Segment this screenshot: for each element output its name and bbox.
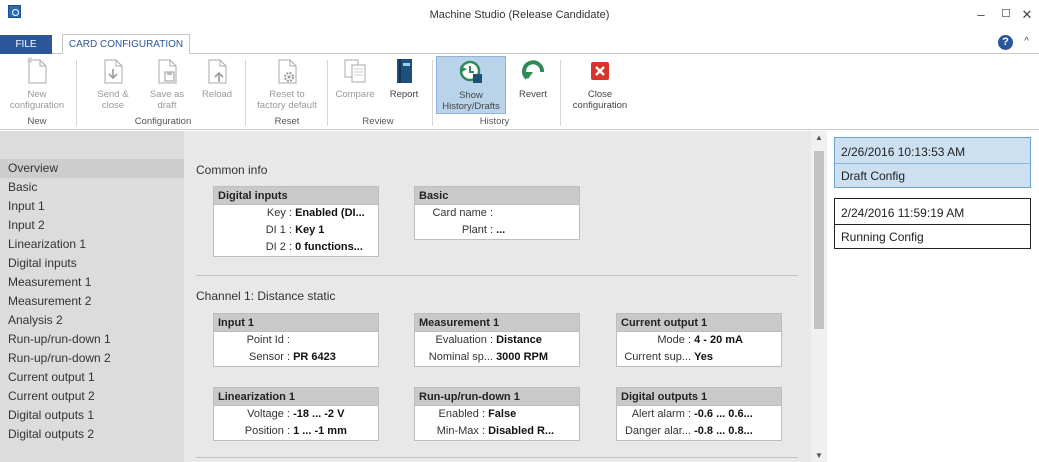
- revert-arrow-icon: [522, 60, 544, 80]
- close-configuration-button[interactable]: Close configuration: [566, 56, 634, 114]
- sidebar-item-linearization-1[interactable]: Linearization 1: [0, 235, 184, 254]
- group-label-reset: Reset: [274, 116, 300, 127]
- sidebar-item-digital-outputs-1[interactable]: Digital outputs 1: [0, 406, 184, 425]
- sidebar-item-basic[interactable]: Basic: [0, 178, 184, 197]
- title-bar: Machine Studio (Release Candidate) – ☐ ✕: [0, 0, 1039, 30]
- sidebar-item-run-up-run-down-1[interactable]: Run-up/run-down 1: [0, 330, 184, 349]
- sidebar-item-analysis-2[interactable]: Analysis 2: [0, 311, 184, 330]
- card-run-up-run-down-1[interactable]: Run-up/run-down 1 Enabled : False Min-Ma…: [414, 387, 580, 441]
- maximize-button[interactable]: ☐: [998, 7, 1014, 20]
- sidebar-item-current-output-2[interactable]: Current output 2: [0, 387, 184, 406]
- card-title: Input 1: [214, 314, 378, 332]
- history-entry-draft[interactable]: 2/26/2016 10:13:53 AM Draft Config: [834, 137, 1031, 188]
- sidebar-item-input-2[interactable]: Input 2: [0, 216, 184, 235]
- card-input-1[interactable]: Input 1 Point Id : Sensor : PR 6423: [213, 313, 379, 367]
- sidebar-item-digital-inputs[interactable]: Digital inputs: [0, 254, 184, 273]
- section-divider: [196, 457, 798, 458]
- history-date: 2/24/2016 11:59:19 AM: [841, 206, 965, 220]
- reset-gear-icon: [278, 59, 297, 84]
- card-title: Current output 1: [617, 314, 781, 332]
- card-digital-outputs-1[interactable]: Digital outputs 1 Alert alarm : -0.6 ...…: [616, 387, 782, 441]
- card-digital-inputs[interactable]: Digital inputs Key : Enabled (DI... DI 1…: [213, 186, 379, 257]
- revert-button[interactable]: Revert: [513, 56, 553, 114]
- group-separator: [327, 60, 328, 126]
- sidebar-item-measurement-1[interactable]: Measurement 1: [0, 273, 184, 292]
- scroll-thumb[interactable]: [814, 151, 824, 329]
- tab-file[interactable]: FILE: [0, 35, 52, 54]
- group-separator: [432, 60, 433, 126]
- group-label-configuration: Configuration: [134, 116, 192, 127]
- overview-panel: Common info Digital inputs Key : Enabled…: [184, 131, 811, 462]
- card-basic[interactable]: Basic Card name : Plant : ...: [414, 186, 580, 240]
- save-as-draft-button[interactable]: Save as draft: [145, 56, 189, 114]
- close-window-button[interactable]: ✕: [1019, 7, 1035, 23]
- card-title: Measurement 1: [415, 314, 579, 332]
- collapse-ribbon-icon[interactable]: ^: [1024, 36, 1029, 47]
- group-separator: [76, 60, 77, 126]
- history-divider: [835, 224, 1030, 225]
- new-configuration-button[interactable]: New configuration: [6, 56, 68, 114]
- card-current-output-1[interactable]: Current output 1 Mode : 4 - 20 mA Curren…: [616, 313, 782, 367]
- history-clock-icon: [459, 60, 482, 83]
- group-separator: [245, 60, 246, 126]
- compare-documents-icon: [344, 59, 366, 83]
- content-scrollbar[interactable]: ▲ ▼: [811, 131, 827, 462]
- common-info-title: Common info: [196, 163, 268, 177]
- group-label-history: History: [479, 116, 510, 127]
- card-linearization-1[interactable]: Linearization 1 Voltage : -18 ... -2 V P…: [213, 387, 379, 441]
- reset-factory-default-button[interactable]: Reset to factory default: [252, 56, 322, 114]
- close-red-icon: [591, 62, 609, 80]
- report-button[interactable]: Report: [384, 56, 424, 114]
- card-title: Digital inputs: [214, 187, 378, 205]
- history-panel: 2/26/2016 10:13:53 AM Draft Config 2/24/…: [827, 131, 1039, 462]
- compare-button[interactable]: Compare: [332, 56, 378, 114]
- ribbon: New configuration New Send & close Save …: [0, 54, 1039, 130]
- reload-button[interactable]: Reload: [196, 56, 238, 114]
- sidebar-item-run-up-run-down-2[interactable]: Run-up/run-down 2: [0, 349, 184, 368]
- send-close-button[interactable]: Send & close: [88, 56, 138, 114]
- new-document-icon: [27, 57, 47, 84]
- card-title: Linearization 1: [214, 388, 378, 406]
- show-history-drafts-button[interactable]: Show History/Drafts: [436, 56, 506, 114]
- sidebar-item-measurement-2[interactable]: Measurement 2: [0, 292, 184, 311]
- history-divider: [835, 163, 1030, 164]
- sidebar-item-digital-outputs-2[interactable]: Digital outputs 2: [0, 425, 184, 444]
- help-icon[interactable]: ?: [998, 35, 1013, 50]
- sidebar-item-input-1[interactable]: Input 1: [0, 197, 184, 216]
- channel-title: Channel 1: Distance static: [196, 289, 336, 303]
- window-title: Machine Studio (Release Candidate): [429, 9, 610, 21]
- sidebar-item-overview[interactable]: Overview: [0, 159, 184, 178]
- history-date: 2/26/2016 10:13:53 AM: [841, 145, 966, 159]
- group-label-review: Review: [362, 116, 394, 127]
- ribbon-tabs: FILE CARD CONFIGURATION ? ^: [0, 30, 1039, 55]
- report-book-icon: [397, 59, 412, 83]
- scroll-up-icon[interactable]: ▲: [811, 133, 827, 142]
- scroll-down-icon[interactable]: ▼: [811, 451, 827, 460]
- history-status: Draft Config: [841, 169, 906, 183]
- card-title: Run-up/run-down 1: [415, 388, 579, 406]
- group-separator: [560, 60, 561, 126]
- send-document-icon: [104, 59, 123, 84]
- tab-card-configuration[interactable]: CARD CONFIGURATION: [62, 34, 190, 55]
- card-title: Digital outputs 1: [617, 388, 781, 406]
- group-label-new: New: [27, 116, 47, 127]
- minimize-button[interactable]: –: [973, 7, 989, 22]
- history-status: Running Config: [841, 230, 924, 244]
- sidebar-nav: Overview Basic Input 1 Input 2 Lineariza…: [0, 131, 184, 462]
- section-divider: [196, 275, 798, 276]
- card-measurement-1[interactable]: Measurement 1 Evaluation : Distance Nomi…: [414, 313, 580, 367]
- card-title: Basic: [415, 187, 579, 205]
- reload-icon: [208, 59, 227, 84]
- sidebar-item-current-output-1[interactable]: Current output 1: [0, 368, 184, 387]
- history-entry-running[interactable]: 2/24/2016 11:59:19 AM Running Config: [834, 198, 1031, 249]
- save-draft-icon: [158, 59, 177, 84]
